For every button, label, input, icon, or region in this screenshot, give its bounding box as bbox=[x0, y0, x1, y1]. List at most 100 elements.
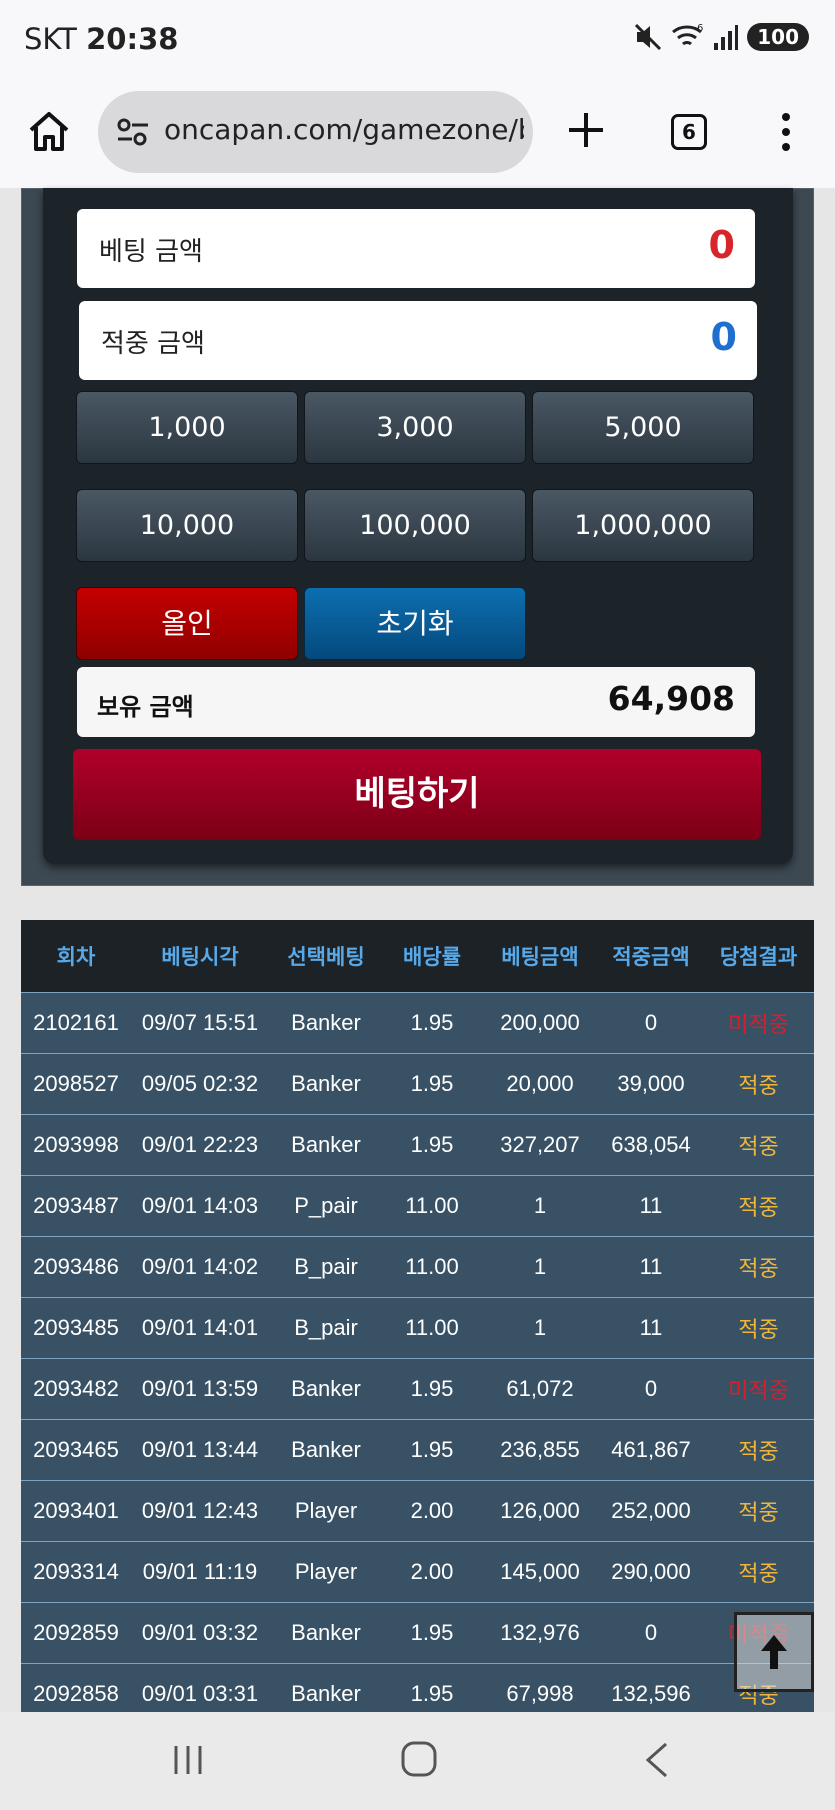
cell-bet-amount: 61,072 bbox=[481, 1357, 599, 1419]
tune-icon[interactable] bbox=[116, 117, 150, 147]
cell-round: 2093465 bbox=[21, 1418, 131, 1480]
cell-round: 2102161 bbox=[21, 991, 131, 1053]
column-header-round: 회차 bbox=[21, 920, 131, 992]
cell-bet-time: 09/05 02:32 bbox=[131, 1052, 269, 1114]
cell-selection: Banker bbox=[269, 1357, 383, 1419]
table-row: 209285909/01 03:32Banker1.95132,9760미적중 bbox=[21, 1601, 814, 1663]
cell-win-amount: 0 bbox=[599, 991, 703, 1053]
holding-amount-value: 64,908 bbox=[607, 679, 735, 718]
column-header-bet-amount: 베팅금액 bbox=[481, 920, 599, 992]
address-bar[interactable]: oncapan.com/gamezone/ba bbox=[98, 91, 533, 173]
cell-selection: Player bbox=[269, 1479, 383, 1541]
chip-button-1000000[interactable]: 1,000,000 bbox=[532, 489, 754, 562]
cell-bet-time: 09/01 03:32 bbox=[131, 1601, 269, 1663]
cell-round: 2093401 bbox=[21, 1479, 131, 1541]
scroll-top-button[interactable] bbox=[734, 1612, 814, 1692]
cell-odds: 2.00 bbox=[383, 1540, 481, 1602]
cell-bet-amount: 145,000 bbox=[481, 1540, 599, 1602]
cell-odds: 1.95 bbox=[383, 1357, 481, 1419]
cell-bet-time: 09/01 13:59 bbox=[131, 1357, 269, 1419]
cell-bet-amount: 1 bbox=[481, 1235, 599, 1297]
table-header-row: 회차 베팅시각 선택베팅 배당률 베팅금액 적중금액 당첨결과 bbox=[21, 920, 814, 992]
cell-selection: Banker bbox=[269, 991, 383, 1053]
holding-amount-field: 보유 금액 64,908 bbox=[77, 667, 755, 737]
mute-icon bbox=[635, 23, 662, 51]
more-vertical-icon[interactable] bbox=[776, 112, 796, 152]
system-nav-bar bbox=[0, 1712, 835, 1810]
cell-selection: Banker bbox=[269, 1601, 383, 1663]
table-row: 2093465 09/01 13:44 Banker 1.95 236,855 461,8… bbox=[21, 1418, 814, 1480]
cell-bet-amount: 1 bbox=[481, 1296, 599, 1358]
signal-icon bbox=[714, 25, 739, 50]
cell-round: 2092859 bbox=[21, 1601, 131, 1663]
chip-button-5000[interactable]: 5,000 bbox=[532, 391, 754, 464]
table-row: 2093998 09/01 22:23 Banker 1.95 327,207 638,0… bbox=[21, 1113, 814, 1175]
cell-win-amount: 11 bbox=[599, 1174, 703, 1236]
cell-odds: 11.00 bbox=[383, 1174, 481, 1236]
table-row: 2093486 09/01 14:02 B_pair 11.00 1 11 적중 bbox=[21, 1235, 814, 1297]
chip-button-10000[interactable]: 10,000 bbox=[76, 489, 298, 562]
cell-bet-amount: 132,976 bbox=[481, 1601, 599, 1663]
cell-selection: P_pair bbox=[269, 1174, 383, 1236]
cell-bet-amount: 1 bbox=[481, 1174, 599, 1236]
table-body: 2102161 09/07 15:51 Banker 1.95 200,000 0 미적중 2… bbox=[21, 991, 814, 1724]
cell-win-amount: 638,054 bbox=[599, 1113, 703, 1175]
cell-selection: B_pair bbox=[269, 1296, 383, 1358]
cell-bet-time: 09/01 22:23 bbox=[131, 1113, 269, 1175]
table-row: 2098527 09/05 02:32 Banker 1.95 20,000 39,000… bbox=[21, 1052, 814, 1114]
cell-result: 적중 bbox=[703, 1113, 814, 1175]
cell-selection: Banker bbox=[269, 1418, 383, 1480]
cell-result: 적중 bbox=[703, 1052, 814, 1114]
cell-win-amount: 252,000 bbox=[599, 1479, 703, 1541]
column-header-odds: 배당률 bbox=[383, 920, 481, 992]
allin-button[interactable]: 올인 bbox=[76, 587, 298, 660]
cell-odds: 1.95 bbox=[383, 1052, 481, 1114]
place-bet-button[interactable]: 베팅하기 bbox=[73, 749, 761, 840]
cell-bet-time: 09/01 13:44 bbox=[131, 1418, 269, 1480]
plus-icon[interactable] bbox=[566, 110, 606, 150]
cell-win-amount: 11 bbox=[599, 1296, 703, 1358]
cell-odds: 1.95 bbox=[383, 1113, 481, 1175]
recent-apps-icon[interactable] bbox=[170, 1742, 206, 1778]
cell-odds: 1.95 bbox=[383, 1418, 481, 1480]
cell-bet-amount: 327,207 bbox=[481, 1113, 599, 1175]
wifi-badge: 6 bbox=[697, 23, 703, 34]
cell-round: 2093998 bbox=[21, 1113, 131, 1175]
cell-bet-amount: 200,000 bbox=[481, 991, 599, 1053]
cell-win-amount: 0 bbox=[599, 1357, 703, 1419]
cell-odds: 11.00 bbox=[383, 1296, 481, 1358]
chip-button-3000[interactable]: 3,000 bbox=[304, 391, 526, 464]
chip-button-100000[interactable]: 100,000 bbox=[304, 489, 526, 562]
tabs-icon[interactable]: 6 bbox=[671, 114, 707, 150]
cell-win-amount: 39,000 bbox=[599, 1052, 703, 1114]
cell-odds: 1.95 bbox=[383, 991, 481, 1053]
cell-result: 적중 bbox=[703, 1540, 814, 1602]
cell-bet-time: 09/01 14:01 bbox=[131, 1296, 269, 1358]
column-header-selection: 선택베팅 bbox=[269, 920, 383, 992]
bet-amount-value: 0 bbox=[708, 223, 735, 267]
chip-button-1000[interactable]: 1,000 bbox=[76, 391, 298, 464]
cell-win-amount: 0 bbox=[599, 1601, 703, 1663]
cell-round: 2093485 bbox=[21, 1296, 131, 1358]
cell-bet-time: 09/01 12:43 bbox=[131, 1479, 269, 1541]
cell-round: 2093482 bbox=[21, 1357, 131, 1419]
holding-amount-label: 보유 금액 bbox=[97, 693, 194, 721]
cell-bet-time: 09/07 15:51 bbox=[131, 991, 269, 1053]
cell-result: 적중 bbox=[703, 1235, 814, 1297]
cell-selection: B_pair bbox=[269, 1235, 383, 1297]
home-icon[interactable] bbox=[26, 108, 72, 154]
column-header-bet-time: 베팅시각 bbox=[131, 920, 269, 992]
back-icon[interactable] bbox=[642, 1740, 670, 1780]
cell-bet-time: 09/01 11:19 bbox=[131, 1540, 269, 1602]
reset-button[interactable]: 초기화 bbox=[304, 587, 526, 660]
table-row: 2093487 09/01 14:03 P_pair 11.00 1 11 적중 bbox=[21, 1174, 814, 1236]
clock: 20:38 bbox=[86, 22, 179, 56]
carrier: SKT bbox=[24, 22, 77, 56]
bet-history-table: 회차 베팅시각 선택베팅 배당률 베팅금액 적중금액 당첨결과 2102161 0… bbox=[21, 920, 814, 1724]
cell-result: 적중 bbox=[703, 1479, 814, 1541]
column-header-win-amount: 적중금액 bbox=[599, 920, 703, 992]
nav-home-icon[interactable] bbox=[400, 1740, 438, 1778]
cell-round: 2093487 bbox=[21, 1174, 131, 1236]
cell-bet-amount: 236,855 bbox=[481, 1418, 599, 1480]
table-row: 2093401 09/01 12:43 Player 2.00 126,000 252,0… bbox=[21, 1479, 814, 1541]
